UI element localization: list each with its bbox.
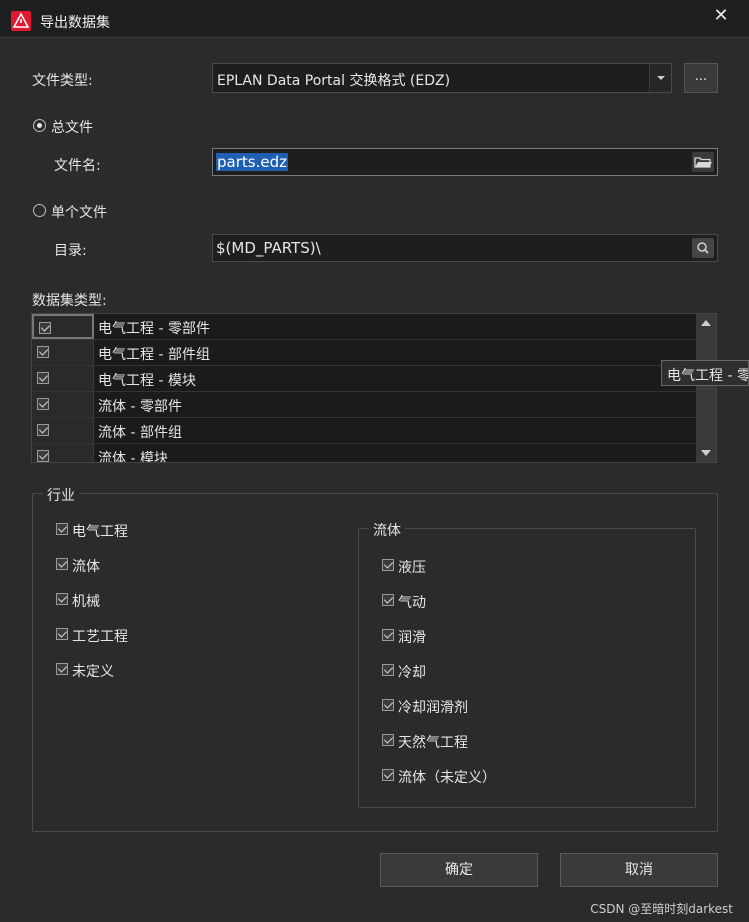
directory-field[interactable]: $(MD_PARTS)\ bbox=[212, 234, 718, 262]
file-type-value: EPLAN Data Portal 交换格式 (EDZ) bbox=[217, 73, 451, 89]
checkbox[interactable] bbox=[56, 593, 68, 605]
list-item-label: 电气工程 - 部件组 bbox=[98, 347, 210, 363]
total-file-radio[interactable] bbox=[33, 119, 46, 132]
checkbox-label: 天然气工程 bbox=[398, 735, 468, 751]
checkbox[interactable] bbox=[37, 346, 49, 358]
checkbox-label: 液压 bbox=[398, 560, 426, 576]
list-item[interactable]: 电气工程 - 部件组 bbox=[32, 340, 697, 366]
list-item-checkbox-cell[interactable] bbox=[32, 314, 94, 339]
directory-input-value[interactable]: $(MD_PARTS)\ bbox=[216, 239, 321, 257]
list-item[interactable]: 流体 - 零部件 bbox=[32, 392, 697, 418]
chevron-down-icon[interactable] bbox=[649, 64, 671, 92]
folder-open-icon[interactable] bbox=[692, 152, 714, 172]
dataset-type-list[interactable]: 电气工程 - 零部件 电气工程 - 部件组 电气工程 - 模块 流体 - 零部件… bbox=[31, 313, 717, 463]
list-item-label: 流体 - 部件组 bbox=[98, 425, 182, 441]
checkbox-label: 润滑 bbox=[398, 630, 426, 646]
list-item-checkbox-cell[interactable] bbox=[32, 418, 94, 443]
filename-label: 文件名: bbox=[54, 158, 101, 174]
checkbox[interactable] bbox=[56, 523, 68, 535]
file-type-browse-button[interactable]: ... bbox=[684, 63, 718, 93]
industry-group-title: 行业 bbox=[43, 485, 79, 505]
scroll-up-icon[interactable] bbox=[701, 320, 711, 326]
checkbox[interactable] bbox=[382, 699, 394, 711]
filename-field[interactable]: parts.edz bbox=[212, 148, 718, 176]
list-item[interactable]: 流体 - 模块 bbox=[32, 444, 697, 463]
checkbox-label: 冷却润滑剂 bbox=[398, 700, 468, 716]
checkbox-label: 未定义 bbox=[72, 664, 114, 680]
list-item[interactable]: 电气工程 - 零部件 bbox=[32, 314, 697, 340]
checkbox[interactable] bbox=[37, 398, 49, 410]
checkbox[interactable] bbox=[382, 629, 394, 641]
checkbox[interactable] bbox=[37, 372, 49, 384]
title-bar: 导出数据集 ✕ bbox=[0, 0, 749, 38]
checkbox-label: 气动 bbox=[398, 595, 426, 611]
cancel-button[interactable]: 取消 bbox=[560, 853, 718, 887]
list-item-label: 流体 - 零部件 bbox=[98, 399, 182, 415]
checkbox-label: 流体 bbox=[72, 559, 100, 575]
checkbox[interactable] bbox=[37, 450, 49, 462]
file-type-label: 文件类型: bbox=[32, 73, 93, 89]
list-item-checkbox-cell[interactable] bbox=[32, 366, 94, 391]
dataset-type-label: 数据集类型: bbox=[32, 293, 107, 309]
checkbox-label: 电气工程 bbox=[72, 524, 128, 540]
close-button[interactable]: ✕ bbox=[709, 4, 733, 28]
list-item-checkbox-cell[interactable] bbox=[32, 444, 94, 462]
checkbox[interactable] bbox=[382, 664, 394, 676]
checkbox[interactable] bbox=[56, 628, 68, 640]
window-title: 导出数据集 bbox=[40, 15, 110, 31]
list-item-label: 流体 - 模块 bbox=[98, 451, 168, 463]
directory-label: 目录: bbox=[54, 243, 87, 259]
watermark: CSDN @至暗时刻darkest bbox=[590, 902, 733, 916]
list-item[interactable]: 电气工程 - 模块 bbox=[32, 366, 697, 392]
checkbox-label: 冷却 bbox=[398, 665, 426, 681]
list-item-label: 电气工程 - 零部件 bbox=[98, 321, 210, 337]
checkbox-label: 流体（未定义） bbox=[398, 770, 496, 786]
checkbox[interactable] bbox=[382, 769, 394, 781]
checkbox[interactable] bbox=[382, 594, 394, 606]
list-item-checkbox-cell[interactable] bbox=[32, 392, 94, 417]
checkbox[interactable] bbox=[56, 663, 68, 675]
checkbox-label: 机械 bbox=[72, 594, 100, 610]
single-file-radio-label[interactable]: 单个文件 bbox=[51, 202, 107, 222]
total-file-radio-label[interactable]: 总文件 bbox=[51, 117, 93, 137]
checkbox-label: 工艺工程 bbox=[72, 629, 128, 645]
single-file-radio[interactable] bbox=[33, 204, 46, 217]
tooltip: 电气工程 - 零 bbox=[661, 360, 749, 386]
file-type-select[interactable]: EPLAN Data Portal 交换格式 (EDZ) bbox=[212, 63, 672, 93]
ok-button[interactable]: 确定 bbox=[380, 853, 538, 887]
checkbox[interactable] bbox=[39, 322, 51, 334]
list-item-label: 电气工程 - 模块 bbox=[98, 373, 196, 389]
checkbox[interactable] bbox=[382, 559, 394, 571]
list-item[interactable]: 流体 - 部件组 bbox=[32, 418, 697, 444]
checkbox[interactable] bbox=[56, 558, 68, 570]
search-icon[interactable] bbox=[692, 238, 714, 258]
filename-input-value[interactable]: parts.edz bbox=[216, 153, 288, 171]
fluid-group-title: 流体 bbox=[369, 520, 405, 540]
checkbox[interactable] bbox=[37, 424, 49, 436]
checkbox[interactable] bbox=[382, 734, 394, 746]
list-scrollbar[interactable] bbox=[696, 314, 716, 462]
scroll-down-icon[interactable] bbox=[701, 450, 711, 456]
list-item-checkbox-cell[interactable] bbox=[32, 340, 94, 365]
eplan-logo-icon bbox=[11, 11, 31, 31]
